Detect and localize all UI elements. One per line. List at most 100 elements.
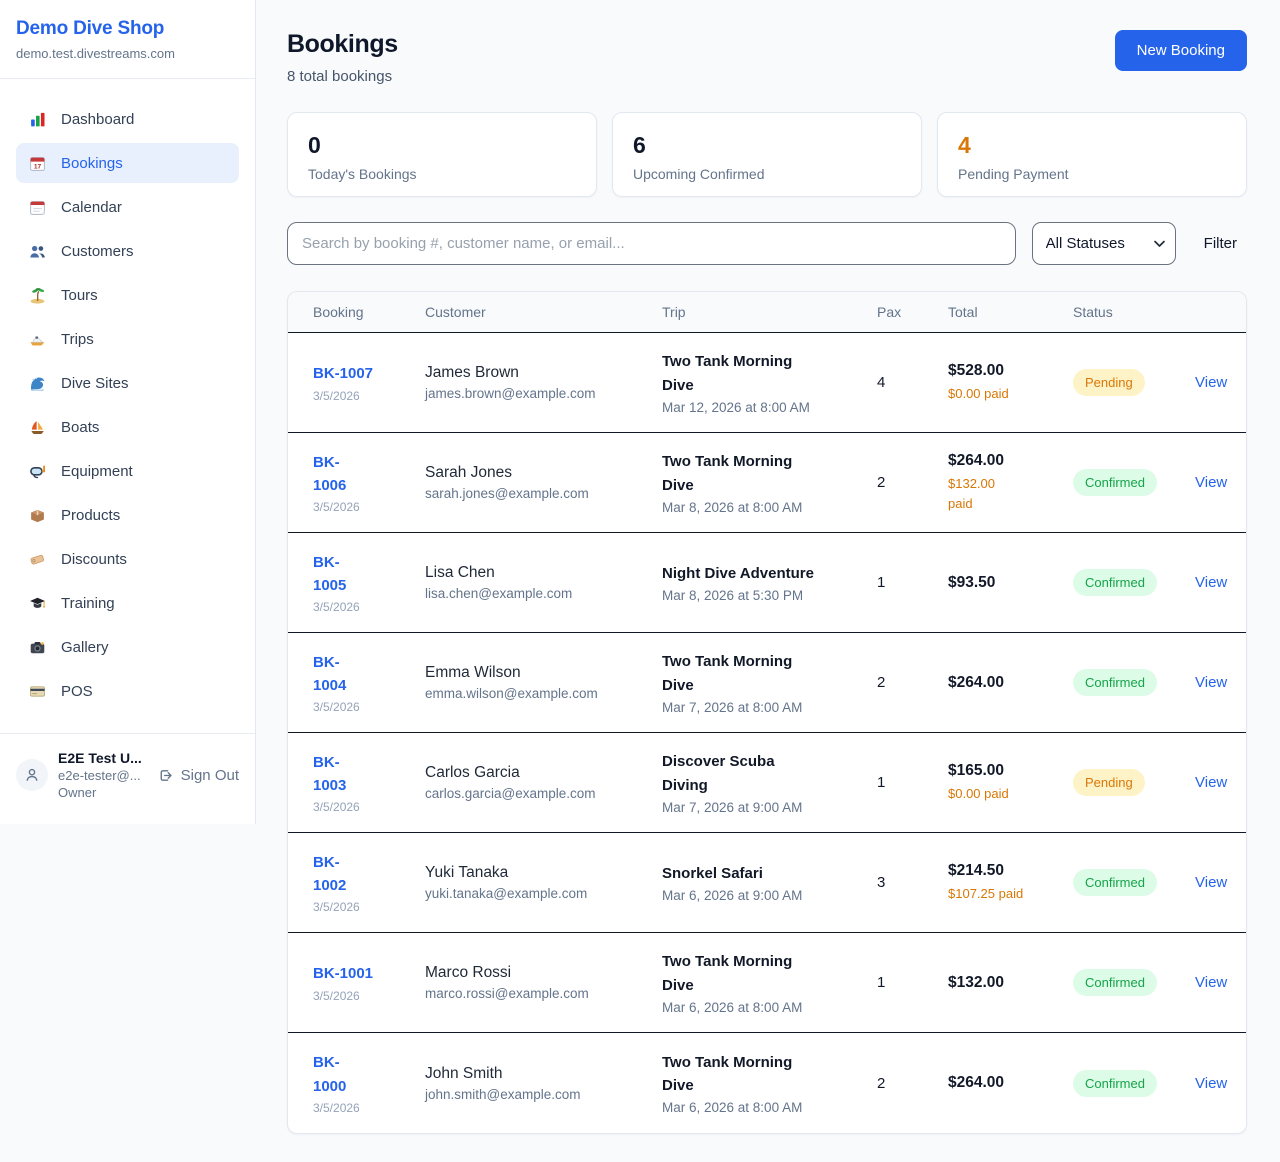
trip-cell: Two Tank Morning Dive Mar 8, 2026 at 8:0… xyxy=(662,436,877,529)
sidebar-item-trips[interactable]: Trips xyxy=(16,319,239,359)
calendar-17-icon: 17 xyxy=(28,154,47,173)
people-icon xyxy=(29,243,46,260)
column-header-customer: Customer xyxy=(425,304,662,320)
sidebar-item-boats[interactable]: Boats xyxy=(16,407,239,447)
customer-email: emma.wilson@example.com xyxy=(425,686,652,701)
total-cell: $264.00 xyxy=(948,1060,1073,1106)
customer-email: marco.rossi@example.com xyxy=(425,986,652,1001)
total-cell: $132.00 xyxy=(948,960,1073,1006)
stat-card: 6Upcoming Confirmed xyxy=(612,112,922,197)
customer-email: john.smith@example.com xyxy=(425,1087,652,1102)
customer-email: sarah.jones@example.com xyxy=(425,486,652,501)
table-row: BK- 1004 3/5/2026 Emma Wilson emma.wilso… xyxy=(288,633,1246,733)
customer-email: carlos.garcia@example.com xyxy=(425,786,652,801)
trip-cell: Snorkel Safari Mar 6, 2026 at 9:00 AM xyxy=(662,848,877,917)
customer-cell: Carlos Garcia carlos.garcia@example.com xyxy=(425,750,662,815)
view-link[interactable]: View xyxy=(1195,460,1246,505)
total-cell: $165.00 $0.00 paid xyxy=(948,748,1073,818)
sidebar-item-discounts[interactable]: Discounts xyxy=(16,539,239,579)
status-cell: Pending xyxy=(1073,755,1195,810)
total-cell: $264.00 $132.00 paid xyxy=(948,438,1073,527)
sidebar-item-dive-sites[interactable]: Dive Sites xyxy=(16,363,239,403)
sidebar-item-equipment[interactable]: Equipment xyxy=(16,451,239,491)
booking-id-link[interactable]: BK- 1004 xyxy=(313,651,415,698)
speedboat-icon xyxy=(29,331,46,348)
view-link[interactable]: View xyxy=(1195,760,1246,805)
sign-out-icon xyxy=(157,767,174,784)
credit-card-icon xyxy=(29,683,46,700)
view-link[interactable]: View xyxy=(1195,960,1246,1005)
user-footer: E2E Test U... e2e-tester@... Owner Sign … xyxy=(0,733,255,824)
stat-value: 4 xyxy=(958,132,1226,159)
sidebar-item-bookings[interactable]: 17Bookings xyxy=(16,143,239,183)
stat-value: 6 xyxy=(633,132,901,159)
total-amount: $132.00 xyxy=(948,974,1063,992)
booking-id-link[interactable]: BK-1001 xyxy=(313,962,415,985)
sidebar-item-training[interactable]: Training xyxy=(16,583,239,623)
stat-card: 4Pending Payment xyxy=(937,112,1247,197)
booking-cell: BK- 1003 3/5/2026 xyxy=(313,737,425,829)
booking-id-link[interactable]: BK- 1006 xyxy=(313,451,415,498)
sidebar-item-label: Training xyxy=(61,595,115,612)
total-cell: $264.00 xyxy=(948,660,1073,706)
total-cell: $93.50 xyxy=(948,560,1073,606)
customer-cell: James Brown james.brown@example.com xyxy=(425,350,662,415)
trip-name: Snorkel Safari xyxy=(662,862,867,885)
booking-cell: BK- 1002 3/5/2026 xyxy=(313,837,425,929)
booking-date: 3/5/2026 xyxy=(313,389,415,403)
booking-date: 3/5/2026 xyxy=(313,500,415,514)
sidebar-item-dashboard[interactable]: Dashboard xyxy=(16,99,239,139)
pax-count: 1 xyxy=(877,960,948,1005)
sign-out-button[interactable]: Sign Out xyxy=(157,767,239,784)
booking-id-link[interactable]: BK-1007 xyxy=(313,362,415,385)
sidebar-item-customers[interactable]: Customers xyxy=(16,231,239,271)
status-select-wrap: All Statuses xyxy=(1032,222,1176,265)
new-booking-button[interactable]: New Booking xyxy=(1115,30,1247,71)
sidebar-item-gallery[interactable]: Gallery xyxy=(16,627,239,667)
total-amount: $214.50 xyxy=(948,862,1063,880)
view-link[interactable]: View xyxy=(1195,660,1246,705)
total-amount: $528.00 xyxy=(948,362,1063,380)
calendar-icon xyxy=(29,199,46,216)
trip-name: Discover Scuba Diving xyxy=(662,750,867,797)
customer-email: lisa.chen@example.com xyxy=(425,586,652,601)
customer-name: Marco Rossi xyxy=(425,964,652,982)
credit-card-icon xyxy=(28,682,47,701)
trip-name: Two Tank Morning Dive xyxy=(662,650,867,697)
booking-id-link[interactable]: BK- 1000 xyxy=(313,1051,415,1098)
sidebar-item-calendar[interactable]: Calendar xyxy=(16,187,239,227)
pax-count: 2 xyxy=(877,1061,948,1106)
status-select[interactable]: All Statuses xyxy=(1032,222,1176,265)
booking-id-link[interactable]: BK- 1005 xyxy=(313,551,415,598)
paid-amount: $0.00 paid xyxy=(948,384,1063,404)
sidebar-item-label: Dive Sites xyxy=(61,375,129,392)
view-link[interactable]: View xyxy=(1195,560,1246,605)
stat-card: 0Today's Bookings xyxy=(287,112,597,197)
sidebar-item-tours[interactable]: Tours xyxy=(16,275,239,315)
bar-chart-icon xyxy=(28,110,47,129)
view-link[interactable]: View xyxy=(1195,360,1246,405)
people-icon xyxy=(28,242,47,261)
pax-count: 3 xyxy=(877,860,948,905)
trip-name: Two Tank Morning Dive xyxy=(662,350,867,397)
diving-mask-icon xyxy=(29,463,46,480)
filter-button[interactable]: Filter xyxy=(1192,235,1247,252)
search-input[interactable] xyxy=(287,222,1016,265)
view-link[interactable]: View xyxy=(1195,860,1246,905)
trip-name: Two Tank Morning Dive xyxy=(662,950,867,997)
sidebar-item-products[interactable]: Products xyxy=(16,495,239,535)
table-row: BK-1001 3/5/2026 Marco Rossi marco.rossi… xyxy=(288,933,1246,1033)
sailboat-icon xyxy=(28,418,47,437)
customer-name: Sarah Jones xyxy=(425,464,652,482)
booking-date: 3/5/2026 xyxy=(313,800,415,814)
brand-name: Demo Dive Shop xyxy=(16,18,239,40)
view-link[interactable]: View xyxy=(1195,1061,1246,1106)
trip-datetime: Mar 6, 2026 at 8:00 AM xyxy=(662,1100,867,1115)
booking-id-link[interactable]: BK- 1003 xyxy=(313,751,415,798)
booking-cell: BK- 1004 3/5/2026 xyxy=(313,637,425,729)
booking-cell: BK- 1005 3/5/2026 xyxy=(313,537,425,629)
sidebar-item-pos[interactable]: POS xyxy=(16,671,239,711)
sidebar-item-label: Calendar xyxy=(61,199,122,216)
bar-chart-icon xyxy=(29,111,46,128)
booking-id-link[interactable]: BK- 1002 xyxy=(313,851,415,898)
